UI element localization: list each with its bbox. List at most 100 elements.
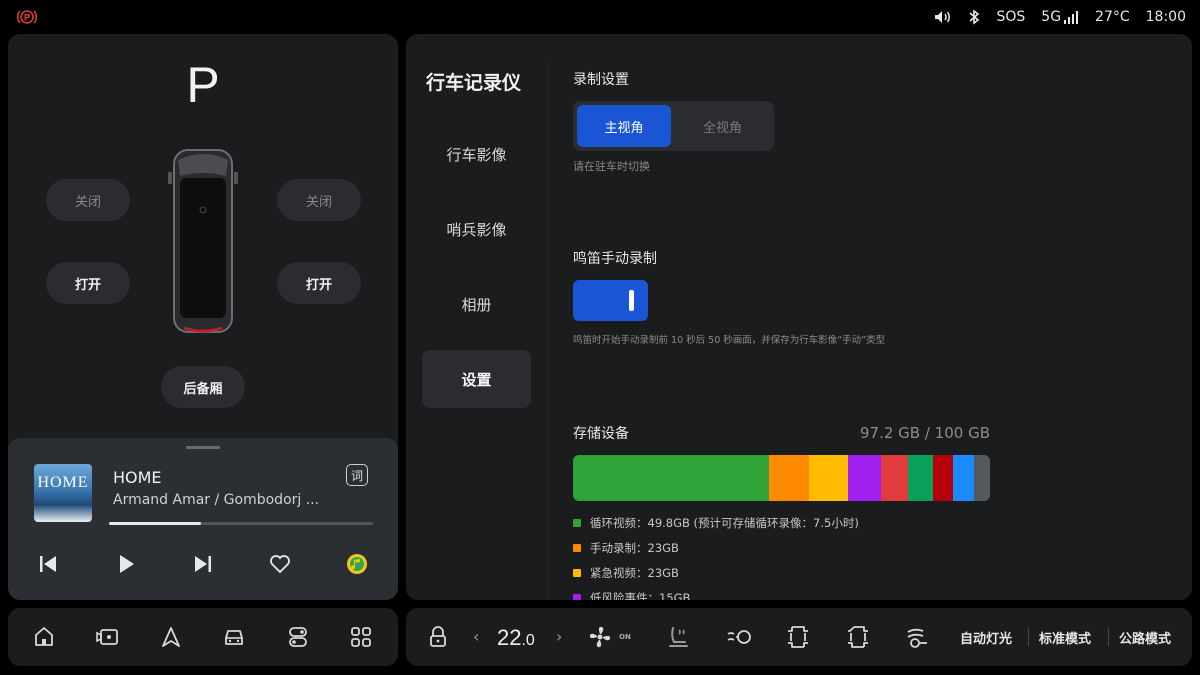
steering-heat-icon[interactable] [726,624,754,650]
temperature-down-button[interactable]: ‹ [473,627,479,646]
legend-color-swatch [573,594,581,600]
gear-indicator: P [186,57,220,113]
legend-item: 循环视频：49.8GB (预计可存储循环录像：7.5小时) [573,515,859,531]
bluetooth-icon[interactable] [968,9,980,25]
menu-album[interactable]: 相册 [422,275,531,333]
volume-icon[interactable] [934,10,952,24]
drag-handle[interactable] [186,446,220,449]
music-app-button[interactable] [343,550,371,578]
storage-segment [880,455,909,501]
favorite-button[interactable] [266,550,294,578]
main-view-option[interactable]: 主视角 [577,105,671,147]
toggles-icon[interactable] [286,625,310,649]
qq-music-icon [347,554,367,574]
seat-heat-icon[interactable] [665,624,691,650]
storage-segment [908,455,933,501]
album-cover[interactable]: HOME [34,464,92,522]
front-left-door-button[interactable]: 关闭 [46,179,130,221]
music-player: HOME HOME Armand Amar / Gombodorj ... 词 [8,438,398,600]
legend-color-swatch [573,519,581,527]
menu-settings[interactable]: 设置 [422,350,531,408]
standard-mode-button[interactable]: 标准模式 [1039,628,1091,647]
play-button[interactable] [112,550,140,578]
menu-driving-video[interactable]: 行车影像 [422,125,531,183]
climate-dock: ‹ 22.0 › ON 自动灯光 标准模式 公路模式 [406,608,1192,666]
rear-defrost-icon[interactable] [847,624,869,650]
legend-label: 手动录制：23GB [590,541,679,555]
seat-ventilation-icon[interactable] [905,624,931,650]
progress-fill [109,522,202,525]
signal-icon [1064,10,1079,24]
storage-bar [573,455,990,501]
storage-segment [573,455,770,501]
car-icon[interactable] [222,625,246,649]
front-defrost-icon[interactable] [787,624,809,650]
progress-bar[interactable] [109,522,373,525]
previous-icon [40,556,56,572]
dashcam-title: 行车记录仪 [426,72,522,94]
temperature-up-button[interactable]: › [556,627,562,646]
play-icon [120,555,134,573]
storage-segment [769,455,809,501]
view-angle-hint: 请在驻车时切换 [573,160,650,173]
next-icon [195,556,211,572]
horn-record-toggle[interactable] [573,280,648,321]
rear-right-door-button[interactable]: 打开 [277,262,361,304]
trunk-button[interactable]: 后备厢 [161,366,245,408]
status-bar: P SOS 5G 27°C 18:00 [0,0,1200,34]
svg-text:P: P [24,14,31,24]
storage-segment [932,455,954,501]
network-indicator: 5G [1041,9,1079,25]
heart-icon [270,555,290,574]
legend-label: 紧急视频：23GB [590,566,679,580]
cabin-temperature[interactable]: 22.0 [497,625,535,651]
legend-color-swatch [573,544,581,552]
track-artist: Armand Amar / Gombodorj ... [113,492,320,508]
storage-segment [847,455,881,501]
navigation-icon[interactable] [159,625,183,649]
home-icon[interactable] [32,625,56,649]
auto-light-button[interactable]: 自动灯光 [960,628,1012,647]
separator [1028,628,1029,646]
lyrics-button[interactable]: 词 [346,464,368,486]
sidebar-divider [547,62,548,600]
dashcam-panel: 行车记录仪 行车影像 哨兵影像 相册 设置 录制设置 主视角 全视角 请在驻车时… [406,34,1192,600]
toggle-knob [629,290,634,311]
legend-item: 手动录制：23GB [573,540,679,556]
previous-track-button[interactable] [34,550,62,578]
next-track-button[interactable] [189,550,217,578]
separator [1108,628,1109,646]
storage-title: 存储设备 [573,426,629,442]
storage-segment [974,455,990,501]
all-view-option[interactable]: 全视角 [675,105,770,147]
track-title: HOME [113,468,162,487]
fan-state: ON [619,633,631,641]
storage-segment [953,455,975,501]
fan-icon[interactable] [587,624,613,650]
rear-left-door-button[interactable]: 打开 [46,262,130,304]
lock-icon[interactable] [428,626,448,648]
apps-grid-icon[interactable] [349,625,373,649]
front-right-door-button[interactable]: 关闭 [277,179,361,221]
legend-label: 循环视频：49.8GB (预计可存储循环录像：7.5小时) [590,516,859,530]
menu-sentry-video[interactable]: 哨兵影像 [422,200,531,258]
vehicle-panel: P 关闭 关闭 打开 打开 后备厢 HOME HOME Armand Amar … [8,34,398,600]
record-settings-title: 录制设置 [573,72,629,88]
camera-icon[interactable] [95,625,119,649]
car-top-view [168,149,238,333]
legend-color-swatch [573,569,581,577]
legend-item: 紧急视频：23GB [573,565,679,581]
legend-item: 低风险事件：15GB [573,590,690,600]
view-angle-selector: 主视角 全视角 [573,101,774,151]
outside-temperature: 27°C [1095,9,1130,25]
storage-segment [808,455,848,501]
road-mode-button[interactable]: 公路模式 [1119,628,1171,647]
clock: 18:00 [1145,9,1186,25]
sos-label[interactable]: SOS [996,9,1025,25]
legend-label: 低风险事件：15GB [590,591,691,600]
storage-usage: 97.2 GB / 100 GB [860,424,990,442]
horn-record-hint: 鸣笛时开始手动录制前 10 秒后 50 秒画面，并保存为行车影像“手动”类型 [573,335,886,346]
parking-brake-icon: P [16,10,38,24]
left-dock [8,608,398,666]
horn-record-title: 鸣笛手动录制 [573,251,657,267]
